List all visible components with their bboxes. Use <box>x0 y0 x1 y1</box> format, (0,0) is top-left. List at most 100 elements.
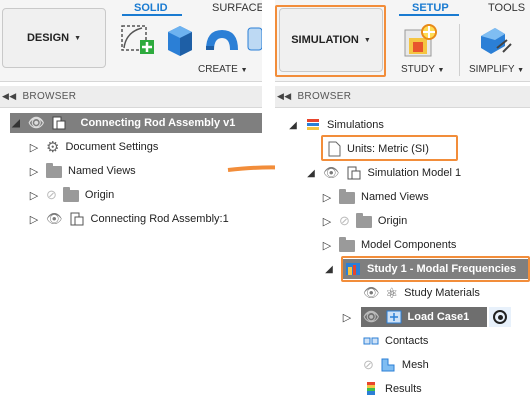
tree-row-load-case-toggle[interactable]: ▷ <box>341 307 353 327</box>
expand-arrow-icon[interactable]: ▷ <box>321 239 333 252</box>
tree-row-simulations[interactable]: ◢ Simulations <box>287 115 384 135</box>
simplify-label-text: SIMPLIFY <box>469 64 515 75</box>
mesh-label: Mesh <box>401 359 429 371</box>
load-case-label: Load Case1 <box>407 311 470 323</box>
workspace-switcher-design[interactable]: DESIGN ▼ <box>2 8 106 68</box>
create-label-text: CREATE <box>198 64 238 75</box>
highlight-study-box <box>341 256 530 282</box>
toolbar-divider <box>459 24 460 76</box>
folder-icon <box>339 189 355 204</box>
create-group-label[interactable]: CREATE ▼ <box>198 64 248 75</box>
origin-label: Origin <box>84 189 115 201</box>
revolve-icon[interactable] <box>202 22 242 58</box>
tree-row-origin[interactable]: ▷ ⊘ Origin <box>321 211 407 231</box>
expand-triangle-icon[interactable]: ◢ <box>305 168 317 179</box>
contacts-icon <box>363 337 379 345</box>
active-tab-indicator <box>399 14 459 16</box>
more-tools-icon[interactable] <box>246 24 262 54</box>
folder-icon <box>355 213 372 228</box>
folder-icon <box>339 237 355 252</box>
simulations-label: Simulations <box>327 119 384 131</box>
expand-triangle-icon[interactable]: ◢ <box>323 264 335 275</box>
design-toolbar: DESIGN ▼ SOLID SURFACE CREATE ▼ <box>0 0 262 82</box>
browser-header: ◀◀ BROWSER <box>275 86 530 108</box>
tab-surface[interactable]: SURFACE <box>212 2 262 14</box>
tree-row-study-toggle[interactable]: ◢ <box>323 259 335 279</box>
assembly-icon <box>52 116 66 130</box>
component-label: Connecting Rod Assembly:1 <box>90 213 229 225</box>
browser-title: BROWSER <box>297 91 352 102</box>
extrude-box-icon[interactable] <box>162 22 198 58</box>
tree-row-mesh[interactable]: ⊘ Mesh <box>363 355 429 375</box>
caret-down-icon: ▼ <box>517 67 525 74</box>
tree-row-document-settings[interactable]: ▷ ⚙ Document Settings <box>28 137 159 157</box>
expand-triangle-icon[interactable]: ◢ <box>10 118 22 129</box>
study-group-label[interactable]: STUDY ▼ <box>401 64 444 75</box>
visibility-eye-icon[interactable]: 👁 <box>323 165 340 181</box>
workspace-label: DESIGN <box>26 32 70 44</box>
model-components-label: Model Components <box>361 239 457 251</box>
folder-icon <box>46 163 62 178</box>
results-icon <box>367 382 375 395</box>
tree-row-simulation-model[interactable]: ◢ 👁 Simulation Model 1 <box>305 163 461 183</box>
expand-arrow-icon[interactable]: ▷ <box>321 215 333 228</box>
browser-title: BROWSER <box>22 91 77 102</box>
visibility-off-icon[interactable]: ⊘ <box>339 213 350 229</box>
tree-row-load-case[interactable]: 👁 Load Case1 <box>361 307 487 327</box>
model-icon <box>347 166 361 180</box>
expand-arrow-icon[interactable]: ▷ <box>28 141 40 154</box>
visibility-eye-icon[interactable]: 👁 <box>46 211 63 227</box>
origin-label: Origin <box>377 215 408 227</box>
simplify-group-label[interactable]: SIMPLIFY ▼ <box>469 64 524 75</box>
named-views-label: Named Views <box>68 165 136 177</box>
simulation-model-label: Simulation Model 1 <box>367 167 462 179</box>
tree-root-row[interactable]: ◢ 👁 Connecting Rod Assembly v1 <box>10 113 262 133</box>
active-radio-icon[interactable] <box>493 310 507 324</box>
highlight-workspace-box <box>275 5 386 77</box>
load-case-active-toggle[interactable] <box>489 307 511 327</box>
simulation-panel: SIMULATION ▼ SETUP TOOLS STUDY ▼ SIMPLIF… <box>275 0 530 400</box>
visibility-eye-icon[interactable]: 👁 <box>363 309 380 325</box>
tree-row-named-views[interactable]: ▷ Named Views <box>28 161 136 181</box>
study-label-text: STUDY <box>401 64 435 75</box>
mesh-icon <box>381 358 395 372</box>
create-sketch-icon[interactable] <box>118 20 158 60</box>
visibility-eye-icon[interactable]: 👁 <box>363 285 380 301</box>
design-panel: DESIGN ▼ SOLID SURFACE CREATE ▼ ◀◀ BROWS… <box>0 0 262 400</box>
visibility-eye-icon[interactable]: 👁 <box>28 115 45 131</box>
collapse-browser-icon[interactable]: ◀◀ <box>2 91 16 102</box>
tab-solid[interactable]: SOLID <box>134 2 168 14</box>
expand-arrow-icon[interactable]: ▷ <box>28 189 40 202</box>
tree-row-model-components[interactable]: ▷ Model Components <box>321 235 456 255</box>
tree-row-contacts[interactable]: Contacts <box>363 331 428 351</box>
study-icon[interactable] <box>401 22 441 60</box>
contacts-label: Contacts <box>385 335 429 347</box>
expand-arrow-icon[interactable]: ▷ <box>28 213 40 226</box>
named-views-label: Named Views <box>361 191 429 203</box>
expand-triangle-icon[interactable]: ◢ <box>287 120 299 131</box>
tree-row-origin[interactable]: ▷ ⊘ Origin <box>28 185 114 205</box>
document-settings-label: Document Settings <box>65 141 159 153</box>
tree-row-study-materials[interactable]: 👁 ⚛ Study Materials <box>363 283 480 303</box>
component-icon <box>70 212 84 226</box>
collapse-browser-icon[interactable]: ◀◀ <box>277 91 291 102</box>
tree-row-component[interactable]: ▷ 👁 Connecting Rod Assembly:1 <box>28 209 229 229</box>
tree-row-results[interactable]: Results <box>363 379 422 399</box>
tree-row-named-views[interactable]: ▷ Named Views <box>321 187 429 207</box>
load-case-icon <box>386 310 402 324</box>
caret-down-icon: ▼ <box>437 67 445 74</box>
active-tab-indicator <box>122 14 182 16</box>
tab-setup[interactable]: SETUP <box>412 2 449 14</box>
root-component-label: Connecting Rod Assembly v1 <box>80 117 236 129</box>
study-materials-label: Study Materials <box>404 287 480 299</box>
visibility-off-icon[interactable]: ⊘ <box>363 357 374 373</box>
visibility-off-icon[interactable]: ⊘ <box>46 187 57 203</box>
simplify-icon[interactable] <box>475 22 515 60</box>
caret-down-icon: ▼ <box>74 34 82 42</box>
materials-icon: ⚛ <box>385 284 399 301</box>
expand-arrow-icon[interactable]: ▷ <box>321 191 333 204</box>
tab-tools[interactable]: TOOLS <box>488 2 525 14</box>
expand-arrow-icon[interactable]: ▷ <box>341 311 353 324</box>
caret-down-icon: ▼ <box>240 67 248 74</box>
expand-arrow-icon[interactable]: ▷ <box>28 165 40 178</box>
